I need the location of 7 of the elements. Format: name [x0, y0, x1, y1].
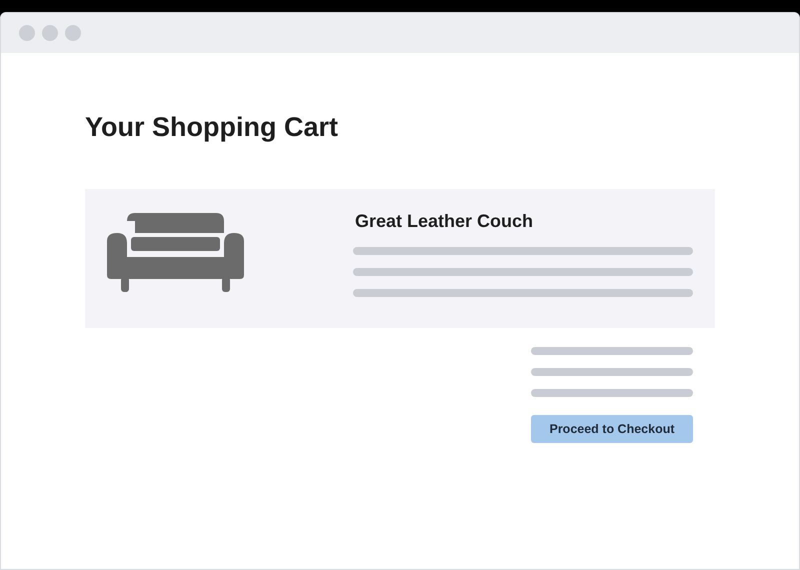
window-dot-icon: [42, 25, 58, 41]
page-title: Your Shopping Cart: [85, 111, 339, 143]
window-dot-icon: [19, 25, 35, 41]
item-name: Great Leather Couch: [355, 210, 534, 232]
couch-icon: [107, 213, 244, 292]
checkout-button[interactable]: Proceed to Checkout: [531, 415, 693, 443]
window-dot-icon: [65, 25, 81, 41]
